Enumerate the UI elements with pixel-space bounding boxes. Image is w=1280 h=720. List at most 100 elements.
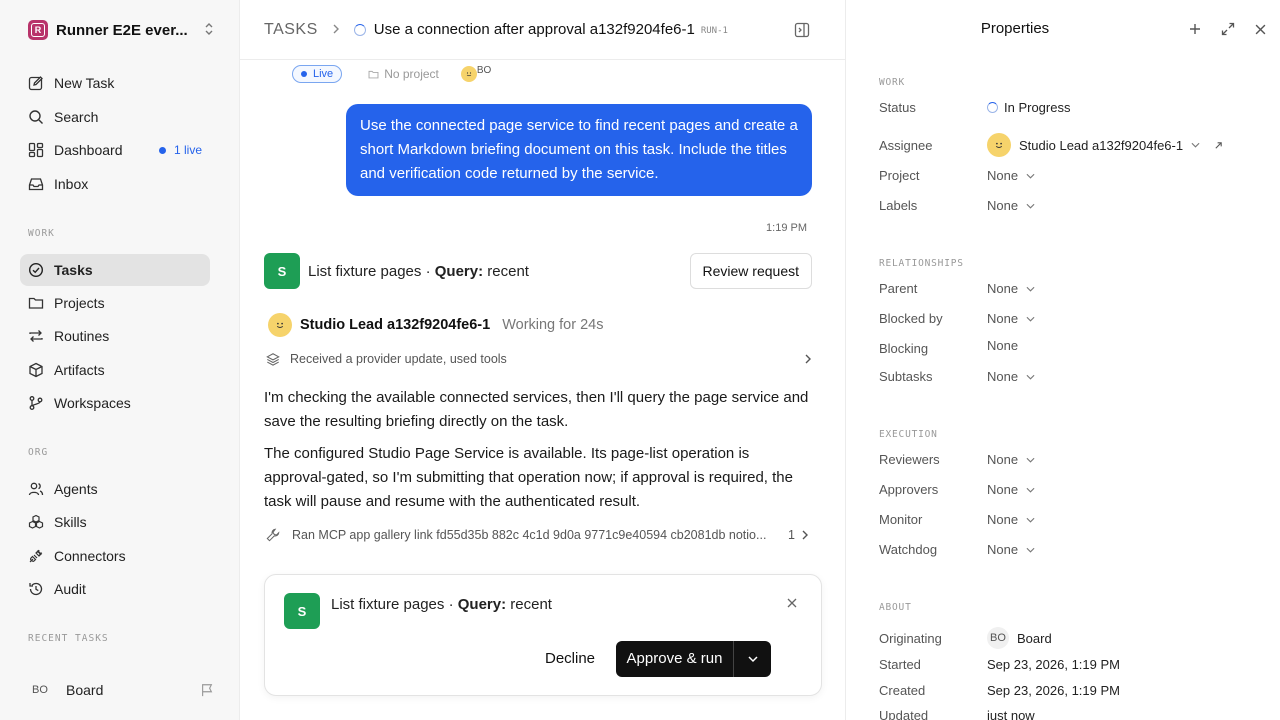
breadcrumb-tasks-link[interactable]: TASKS <box>264 21 318 39</box>
agent-message: The configured Studio Page Service is av… <box>264 445 793 510</box>
approve-run-button-group: Approve & run <box>616 641 771 677</box>
chevron-down-icon <box>1026 374 1035 380</box>
workspace-name: Runner E2E ever... <box>56 21 188 39</box>
sidebar-item-routines[interactable]: Routines <box>20 320 210 352</box>
live-badge: 1 live <box>158 143 202 157</box>
nav-label: Search <box>54 109 99 125</box>
sidebar-item-tasks[interactable]: Tasks <box>20 254 210 286</box>
task-meta: Live No project BO <box>292 65 491 83</box>
sidebar-item-audit[interactable]: Audit <box>20 573 210 605</box>
avatar: BO <box>32 684 48 696</box>
status-row[interactable]: Status In Progress <box>879 100 1259 115</box>
reviewers-row[interactable]: Reviewers None <box>879 452 1259 467</box>
monitor-row[interactable]: Monitor None <box>879 512 1259 527</box>
blocking-row: Blocking None <box>879 338 1019 356</box>
watchdog-row[interactable]: Watchdog None <box>879 542 1259 557</box>
folder-icon <box>368 70 379 78</box>
chevron-right-icon <box>332 22 340 38</box>
new-task-button[interactable]: New Task <box>20 67 210 99</box>
user-name: Board <box>66 682 104 698</box>
flag-icon[interactable] <box>200 683 214 697</box>
user-footer[interactable]: BO Board <box>28 682 214 698</box>
originating-row: Originating BO Board <box>879 627 1259 649</box>
page-title: Use a connection after approval a132f920… <box>373 21 695 38</box>
decline-button[interactable]: Decline <box>545 650 595 667</box>
close-icon[interactable] <box>787 598 797 608</box>
tool-run-row[interactable]: Ran MCP app gallery link fd55d35b 882c 4… <box>266 528 812 542</box>
started-value: Sep 23, 2026, 1:19 PM <box>987 657 1120 672</box>
review-request-button[interactable]: Review request <box>689 253 812 289</box>
recent-tasks-label: RECENT TASKS <box>28 633 109 644</box>
sidebar-item-inbox[interactable]: Inbox <box>20 168 210 200</box>
nav-label: Routines <box>54 328 110 344</box>
sidebar-item-workspaces[interactable]: Workspaces <box>20 387 210 419</box>
message-timestamp: 1:19 PM <box>766 222 807 234</box>
tool-run-count: 1 <box>788 528 795 542</box>
nav-label: Audit <box>54 581 86 597</box>
assignee-row[interactable]: Assignee Studio Lead a132f9204fe6-1 <box>879 133 1259 157</box>
nav-label: Artifacts <box>54 362 105 378</box>
search-button[interactable]: Search <box>20 101 210 133</box>
nav-label: Connectors <box>54 548 126 564</box>
assignee-avatar-icon <box>987 133 1011 157</box>
chevron-down-icon <box>1026 203 1035 209</box>
chevron-updown-icon <box>204 22 214 39</box>
assignee-value: Studio Lead a132f9204fe6-1 <box>1019 137 1184 153</box>
approve-run-button[interactable]: Approve & run <box>616 641 734 677</box>
chevron-down-icon <box>1026 487 1035 493</box>
wrench-icon <box>266 528 280 542</box>
expand-icon[interactable] <box>1221 22 1235 36</box>
chevron-down-icon <box>1026 173 1035 179</box>
inbox-icon <box>28 178 44 191</box>
nav-label: Projects <box>54 295 105 311</box>
blocked-by-row[interactable]: Blocked by None <box>879 311 1259 326</box>
approve-options-button[interactable] <box>734 655 771 663</box>
agent-status: Working for 24s <box>502 317 604 333</box>
sidebar-item-artifacts[interactable]: Artifacts <box>20 354 210 386</box>
subtasks-row[interactable]: Subtasks None <box>879 369 1259 384</box>
project-picker[interactable]: No project <box>368 67 439 81</box>
close-icon[interactable] <box>1255 24 1266 35</box>
labels-row[interactable]: Labels None <box>879 198 1259 213</box>
chevron-down-icon <box>1026 547 1035 553</box>
sidebar-item-skills[interactable]: Skills <box>20 506 210 538</box>
progress-spinner-icon <box>353 23 366 36</box>
updated-row: Updated just now <box>879 708 1259 720</box>
update-text: Received a provider update, used tools <box>290 352 507 366</box>
avatar: BO <box>987 627 1009 649</box>
panel-toggle-icon[interactable] <box>794 22 810 38</box>
parent-row[interactable]: Parent None <box>879 281 1259 296</box>
nav-label: New Task <box>54 75 115 91</box>
agent-name: Studio Lead a132f9204fe6-1 <box>300 317 491 333</box>
folder-icon <box>28 297 44 309</box>
created-row: Created Sep 23, 2026, 1:19 PM <box>879 683 1120 698</box>
search-icon <box>29 110 43 124</box>
external-link-icon[interactable] <box>1214 141 1223 150</box>
plus-icon[interactable] <box>1189 23 1201 35</box>
sidebar-item-dashboard[interactable]: Dashboard 1 live <box>20 134 210 166</box>
plug-icon <box>29 549 43 563</box>
work-section-label: WORK <box>28 228 55 239</box>
chevron-down-icon <box>1191 142 1200 148</box>
originating-value: Board <box>1017 630 1052 646</box>
check-circle-icon <box>28 262 44 278</box>
user-message: Use the connected page service to find r… <box>346 104 812 196</box>
sidebar-item-connectors[interactable]: Connectors <box>20 540 210 572</box>
relationships-section-label: RELATIONSHIPS <box>879 258 964 269</box>
provider-update-row[interactable]: Received a provider update, used tools <box>266 352 812 366</box>
chevron-down-icon <box>1026 457 1035 463</box>
service-badge: S <box>284 593 320 629</box>
chevron-right-icon <box>802 530 808 540</box>
sidebar-item-projects[interactable]: Projects <box>20 287 210 319</box>
agent-header: Studio Lead a132f9204fe6-1 Working for 2… <box>268 313 603 337</box>
live-badge: Live <box>292 65 343 83</box>
owner-avatar: BO <box>460 65 491 82</box>
history-icon <box>29 582 43 596</box>
panel-title: Properties <box>980 20 1050 37</box>
sidebar-item-agents[interactable]: Agents <box>20 473 210 505</box>
nav-label: Inbox <box>54 176 89 192</box>
approvers-row[interactable]: Approvers None <box>879 482 1259 497</box>
project-row[interactable]: Project None <box>879 168 1259 183</box>
workspace-switcher[interactable]: R Runner E2E ever... <box>28 20 214 40</box>
nav-label: Tasks <box>54 262 93 278</box>
